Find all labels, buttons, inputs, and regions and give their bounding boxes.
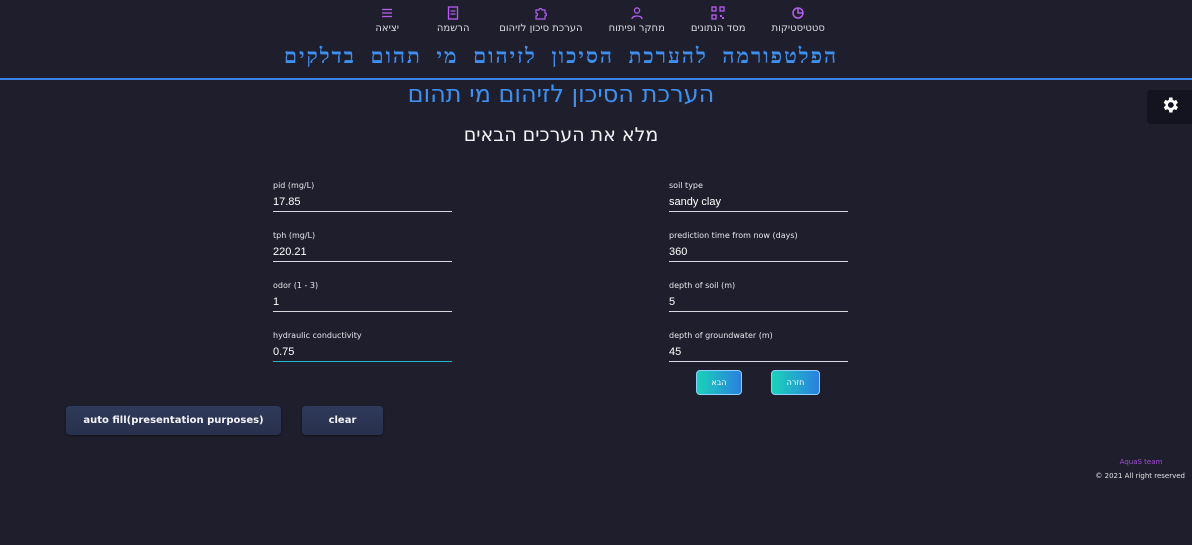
prediction-time-input[interactable] bbox=[669, 242, 848, 262]
top-nav: סטטיסטיקות מסד הנתונים מחקר ופיתוח הערכת… bbox=[0, 6, 1192, 42]
autofill-button[interactable]: auto fill(presentation purposes) bbox=[66, 406, 281, 435]
nav-label: סטטיסטיקות bbox=[771, 23, 825, 34]
field-label-soil-type: soil type bbox=[669, 181, 703, 190]
field-prediction-time: prediction time from now (days) bbox=[669, 230, 848, 262]
field-tph: tph (mg/L) bbox=[273, 230, 452, 262]
pie-chart-icon bbox=[791, 6, 805, 20]
field-hydraulic-conductivity: hydraulic conductivity bbox=[273, 330, 452, 362]
page-subtitle: מלא את הערכים הבאים bbox=[463, 124, 659, 146]
field-label-prediction-time: prediction time from now (days) bbox=[669, 231, 798, 240]
field-depth-of-groundwater: depth of groundwater (m) bbox=[669, 330, 848, 362]
menu-lines-icon bbox=[380, 6, 394, 20]
field-soil-type: soil type bbox=[669, 180, 848, 212]
clear-button[interactable]: clear bbox=[302, 406, 383, 435]
field-label-depth-of-groundwater: depth of groundwater (m) bbox=[669, 331, 773, 340]
field-label-depth-of-soil: depth of soil (m) bbox=[669, 281, 736, 290]
nav-label: הרשמה bbox=[436, 23, 470, 34]
puzzle-icon bbox=[534, 6, 548, 20]
soil-type-input[interactable] bbox=[669, 192, 848, 212]
depth-of-soil-input[interactable] bbox=[669, 292, 848, 312]
nav-label: הערכת סיכון לזיהום bbox=[499, 23, 583, 34]
nav-label: יציאה bbox=[375, 23, 399, 34]
footer-copyright: © 2021 All right reserved bbox=[1095, 472, 1185, 480]
field-label-tph: tph (mg/L) bbox=[273, 231, 316, 240]
back-button[interactable]: חזרה bbox=[771, 370, 820, 395]
field-depth-of-soil: depth of soil (m) bbox=[669, 280, 848, 312]
field-odor: odor (1 - 3) bbox=[273, 280, 452, 312]
field-label-hydraulic-conductivity: hydraulic conductivity bbox=[273, 331, 362, 340]
page-title: הערכת הסיכון לזיהום מי תהום bbox=[407, 80, 715, 108]
pid-input[interactable] bbox=[273, 192, 452, 212]
field-pid: pid (mg/L) bbox=[273, 180, 452, 212]
nav-item-register[interactable]: הרשמה bbox=[433, 6, 473, 42]
footer-team: AquaS team bbox=[1119, 458, 1163, 466]
nav-item-research[interactable]: מחקר ופיתוח bbox=[609, 6, 665, 42]
nav-item-statistics[interactable]: סטטיסטיקות bbox=[772, 6, 825, 42]
document-icon bbox=[446, 6, 460, 20]
field-label-odor: odor (1 - 3) bbox=[273, 281, 319, 290]
nav-item-risk-assessment[interactable]: הערכת סיכון לזיהום bbox=[499, 6, 583, 42]
user-icon bbox=[630, 6, 644, 20]
qr-code-icon bbox=[711, 6, 725, 20]
nav-item-logout[interactable]: יציאה bbox=[367, 6, 407, 42]
hydraulic-conductivity-input[interactable] bbox=[273, 342, 452, 362]
nav-item-database[interactable]: מסד הנתונים bbox=[691, 6, 746, 42]
nav-label: מחקר ופיתוח bbox=[608, 23, 665, 34]
site-title: הפלטפורמה להערכת הסיכון לזיהום מי תהום ב… bbox=[283, 44, 839, 68]
nav-label: מסד הנתונים bbox=[690, 23, 746, 34]
settings-button[interactable] bbox=[1147, 90, 1192, 124]
field-label-pid: pid (mg/L) bbox=[273, 181, 315, 190]
tph-input[interactable] bbox=[273, 242, 452, 262]
odor-input[interactable] bbox=[273, 292, 452, 312]
depth-of-groundwater-input[interactable] bbox=[669, 342, 848, 362]
next-button[interactable]: הבא bbox=[696, 370, 742, 395]
gear-icon bbox=[1160, 95, 1180, 119]
